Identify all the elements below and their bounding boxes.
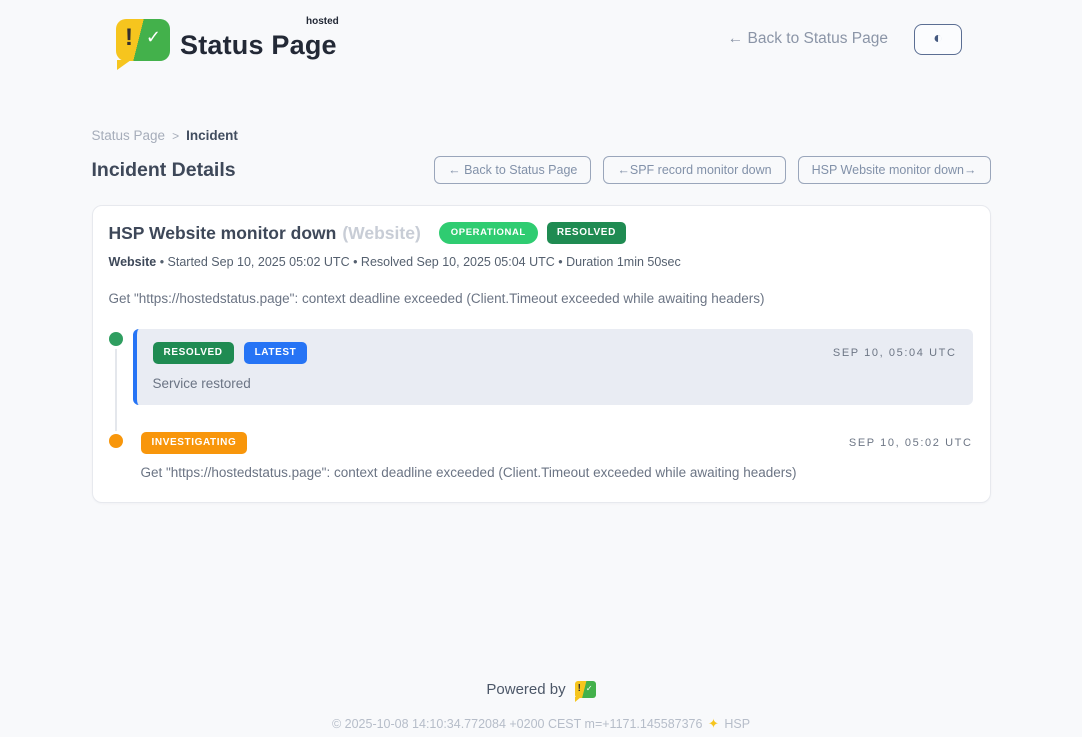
- incident-component: (Website): [342, 223, 420, 244]
- timeline-dot-green-icon: [109, 332, 123, 346]
- timeline-resolved-badge: RESOLVED: [153, 342, 234, 364]
- copyright-brand-suffix: HSP: [724, 717, 750, 731]
- timeline-message: Service restored: [153, 376, 957, 391]
- incident-card: HSP Website monitor down (Website) OPERA…: [92, 205, 991, 503]
- status-page-logo-icon: ! ✓: [116, 19, 170, 61]
- brand-text: hosted Status Page: [180, 18, 337, 61]
- prev-incident-button[interactable]: ←SPF record monitor down: [603, 156, 785, 184]
- timeline-timestamp: SEP 10, 05:02 UTC: [849, 437, 973, 449]
- incident-timeline: RESOLVED LATEST SEP 10, 05:04 UTC Servic…: [109, 329, 973, 480]
- exclamation-icon: !: [125, 24, 133, 52]
- resolved-status-badge: RESOLVED: [547, 222, 626, 244]
- timeline-dot-column: [109, 329, 133, 405]
- timeline-entry-content: RESOLVED LATEST SEP 10, 05:04 UTC Servic…: [133, 329, 973, 405]
- breadcrumb: Status Page > Incident: [92, 128, 991, 143]
- exclamation-icon: !: [578, 683, 581, 694]
- site-header: ! ✓ hosted Status Page ← Back to Status …: [0, 0, 1082, 78]
- copyright-text: © 2025-10-08 14:10:34.772084 +0200 CEST …: [332, 717, 703, 731]
- copyright-line: © 2025-10-08 14:10:34.772084 +0200 CEST …: [0, 716, 1082, 732]
- breadcrumb-separator: >: [172, 129, 179, 143]
- timeline-entry-content: INVESTIGATING SEP 10, 05:02 UTC Get "htt…: [133, 431, 973, 480]
- header-back-to-status-page-link[interactable]: ← Back to Status Page: [728, 30, 888, 48]
- back-to-status-page-button[interactable]: ← Back to Status Page: [434, 156, 591, 184]
- breadcrumb-status-page[interactable]: Status Page: [92, 128, 166, 143]
- logo-tail: [117, 60, 131, 70]
- powered-by-logo-icon[interactable]: ! ✓: [575, 681, 596, 698]
- logo-tail: [575, 697, 581, 702]
- checkmark-icon: ✓: [146, 27, 161, 48]
- brand-name: Status Page: [180, 30, 337, 60]
- incident-meta: Website • Started Sep 10, 2025 05:02 UTC…: [109, 255, 973, 269]
- timeline-dot-column: [109, 431, 133, 480]
- main-content: Status Page > Incident Incident Details ← …: [92, 128, 991, 503]
- incident-meta-component: Website: [109, 255, 157, 269]
- next-incident-button[interactable]: HSP Website monitor down→: [798, 156, 991, 184]
- incident-meta-details: • Started Sep 10, 2025 05:02 UTC • Resol…: [160, 255, 681, 269]
- theme-toggle-half-circle-icon: ◐: [933, 31, 943, 47]
- timeline-message: Get "https://hostedstatus.page": context…: [141, 465, 973, 480]
- timeline-entry-header: INVESTIGATING SEP 10, 05:02 UTC: [141, 432, 973, 454]
- powered-by-text: Powered by: [486, 681, 565, 698]
- timeline-timestamp: SEP 10, 05:04 UTC: [833, 347, 957, 359]
- brand-logo[interactable]: ! ✓ hosted Status Page: [116, 18, 337, 61]
- incident-title: HSP Website monitor down: [109, 223, 337, 244]
- timeline-highlight-card: RESOLVED LATEST SEP 10, 05:04 UTC Servic…: [133, 329, 973, 405]
- page-footer: Powered by ! ✓ © 2025-10-08 14:10:34.772…: [0, 681, 1082, 732]
- heading-row: Incident Details ← Back to Status Page ←…: [92, 156, 991, 184]
- powered-by: Powered by ! ✓: [0, 681, 1082, 698]
- page-title: Incident Details: [92, 159, 236, 182]
- header-actions: ← Back to Status Page ◐: [728, 24, 962, 55]
- timeline-entry-investigating: INVESTIGATING SEP 10, 05:02 UTC Get "htt…: [109, 431, 973, 480]
- timeline-latest-badge: LATEST: [244, 342, 308, 364]
- breadcrumb-incident: Incident: [186, 128, 238, 143]
- checkmark-icon: ✓: [586, 684, 593, 693]
- brand-superscript: hosted: [306, 16, 339, 27]
- incident-description: Get "https://hostedstatus.page": context…: [109, 291, 973, 306]
- incident-title-row: HSP Website monitor down (Website) OPERA…: [109, 222, 973, 244]
- theme-toggle-button[interactable]: ◐: [914, 24, 962, 55]
- timeline-entry-header: RESOLVED LATEST SEP 10, 05:04 UTC: [153, 342, 957, 364]
- operational-status-badge: OPERATIONAL: [439, 222, 538, 244]
- timeline-entry-resolved: RESOLVED LATEST SEP 10, 05:04 UTC Servic…: [109, 329, 973, 405]
- sparkles-icon: ✦: [708, 716, 719, 731]
- incident-nav-buttons: ← Back to Status Page ←SPF record monito…: [434, 156, 990, 184]
- timeline-investigating-badge: INVESTIGATING: [141, 432, 248, 454]
- timeline-dot-orange-icon: [109, 434, 123, 448]
